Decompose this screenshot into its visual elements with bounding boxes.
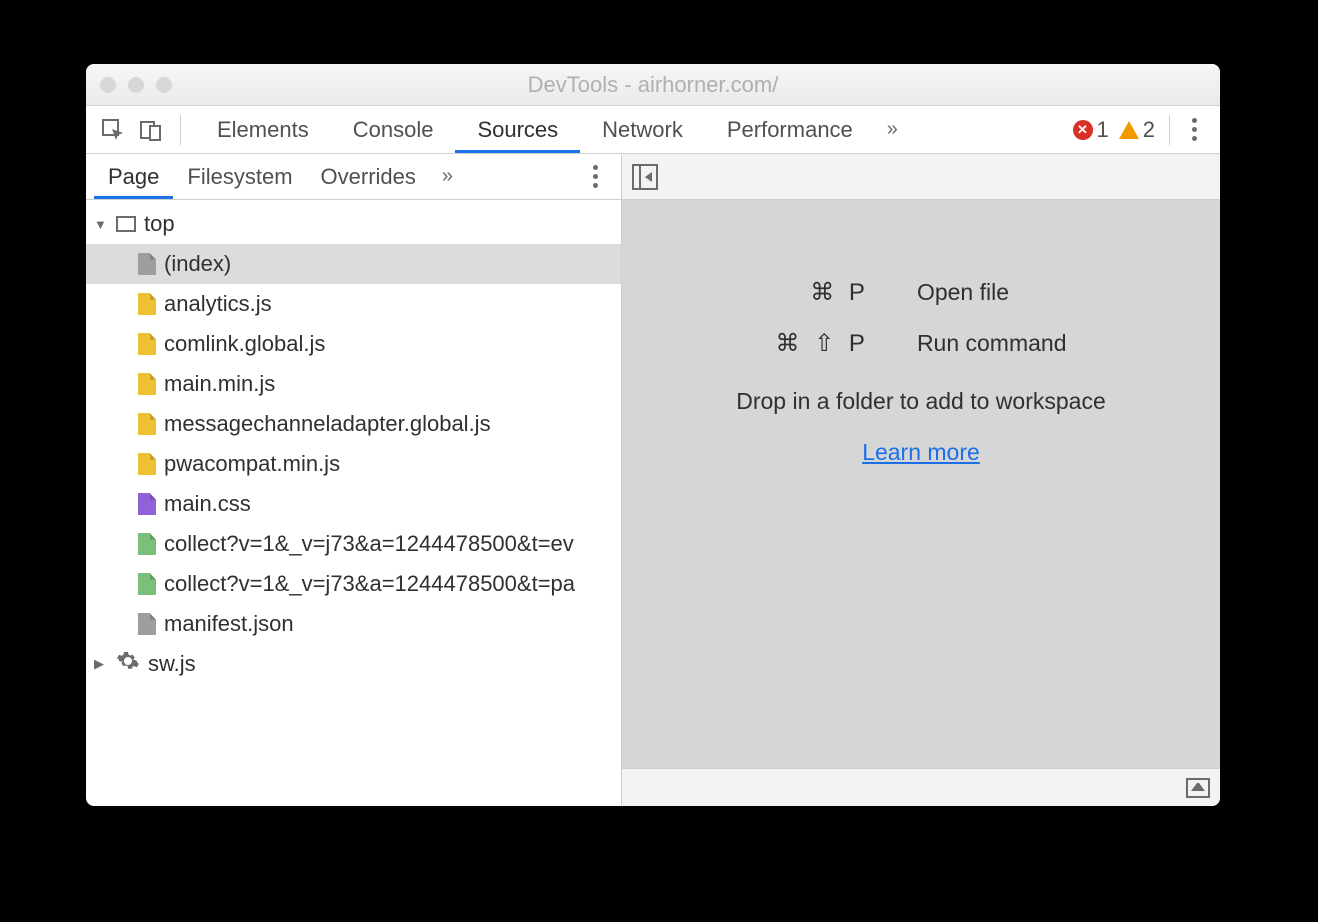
tree-file[interactable]: analytics.js bbox=[86, 284, 621, 324]
tree-item-label: collect?v=1&_v=j73&a=1244478500&t=pa bbox=[164, 571, 575, 597]
shortcut-label: Open file bbox=[917, 279, 1009, 306]
navigator-tabstrip: Page Filesystem Overrides » bbox=[86, 154, 621, 200]
stylesheet-file-icon bbox=[138, 493, 156, 515]
tab-performance[interactable]: Performance bbox=[705, 106, 875, 153]
minimize-window-button[interactable] bbox=[128, 77, 144, 93]
tree-file[interactable]: main.min.js bbox=[86, 364, 621, 404]
tree-frame-top[interactable]: ▼ top bbox=[86, 204, 621, 244]
xhr-file-icon bbox=[138, 533, 156, 555]
tree-item-label: top bbox=[144, 211, 175, 237]
script-file-icon bbox=[138, 413, 156, 435]
tree-item-label: pwacompat.min.js bbox=[164, 451, 340, 477]
editor-empty-state: ⌘ P Open file ⌘ ⇧ P Run command Drop in … bbox=[622, 200, 1220, 768]
editor-footer bbox=[622, 768, 1220, 806]
tab-console[interactable]: Console bbox=[331, 106, 456, 153]
subtab-label: Page bbox=[108, 164, 159, 190]
tree-file[interactable]: collect?v=1&_v=j73&a=1244478500&t=pa bbox=[86, 564, 621, 604]
tree-item-label: (index) bbox=[164, 251, 231, 277]
file-tree: ▼ top (index) analytics.js comlink.globa… bbox=[86, 200, 621, 806]
tree-file[interactable]: (index) bbox=[86, 244, 621, 284]
navigator-menu-icon[interactable] bbox=[579, 165, 611, 188]
error-count-badge[interactable]: ✕ 1 bbox=[1073, 117, 1109, 143]
shortcut-keys: ⌘ ⇧ P bbox=[775, 329, 868, 358]
script-file-icon bbox=[138, 333, 156, 355]
tree-item-label: comlink.global.js bbox=[164, 331, 325, 357]
more-tabs-icon[interactable]: » bbox=[875, 118, 910, 141]
subtab-page[interactable]: Page bbox=[94, 154, 173, 199]
document-file-icon bbox=[138, 613, 156, 635]
tree-file[interactable]: manifest.json bbox=[86, 604, 621, 644]
device-toolbar-icon[interactable] bbox=[134, 113, 168, 147]
tree-file[interactable]: main.css bbox=[86, 484, 621, 524]
script-file-icon bbox=[138, 293, 156, 315]
tree-file[interactable]: collect?v=1&_v=j73&a=1244478500&t=ev bbox=[86, 524, 621, 564]
warning-icon bbox=[1119, 121, 1139, 139]
shortcut-keys: ⌘ P bbox=[810, 278, 869, 307]
tab-label: Performance bbox=[727, 117, 853, 143]
tree-item-label: messagechanneladapter.global.js bbox=[164, 411, 491, 437]
tree-item-label: analytics.js bbox=[164, 291, 272, 317]
warning-count-badge[interactable]: 2 bbox=[1119, 117, 1155, 143]
subtab-label: Filesystem bbox=[187, 164, 292, 190]
tree-file[interactable]: messagechanneladapter.global.js bbox=[86, 404, 621, 444]
xhr-file-icon bbox=[138, 573, 156, 595]
document-file-icon bbox=[138, 253, 156, 275]
tree-item-label: manifest.json bbox=[164, 611, 294, 637]
inspect-element-icon[interactable] bbox=[96, 113, 130, 147]
traffic-lights bbox=[100, 77, 172, 93]
divider bbox=[1169, 115, 1170, 145]
error-icon: ✕ bbox=[1073, 120, 1093, 140]
disclosure-triangle-icon[interactable]: ▼ bbox=[94, 217, 108, 232]
titlebar: DevTools - airhorner.com/ bbox=[86, 64, 1220, 106]
editor-panel: ⌘ P Open file ⌘ ⇧ P Run command Drop in … bbox=[622, 154, 1220, 806]
close-window-button[interactable] bbox=[100, 77, 116, 93]
frame-icon bbox=[116, 216, 136, 232]
tree-file[interactable]: comlink.global.js bbox=[86, 324, 621, 364]
panel-body: Page Filesystem Overrides » ▼ top (index… bbox=[86, 154, 1220, 806]
show-drawer-icon[interactable] bbox=[1186, 778, 1210, 798]
navigator-panel: Page Filesystem Overrides » ▼ top (index… bbox=[86, 154, 622, 806]
tree-item-label: collect?v=1&_v=j73&a=1244478500&t=ev bbox=[164, 531, 574, 557]
tree-item-label: main.min.js bbox=[164, 371, 275, 397]
collapse-navigator-icon[interactable] bbox=[632, 164, 658, 190]
tree-file[interactable]: pwacompat.min.js bbox=[86, 444, 621, 484]
main-tabstrip: Elements Console Sources Network Perform… bbox=[86, 106, 1220, 154]
settings-menu-icon[interactable] bbox=[1178, 118, 1210, 141]
workspace-drop-hint: Drop in a folder to add to workspace bbox=[736, 388, 1105, 415]
tab-sources[interactable]: Sources bbox=[455, 106, 580, 153]
disclosure-triangle-icon[interactable]: ▶ bbox=[94, 656, 108, 672]
window-title: DevTools - airhorner.com/ bbox=[86, 72, 1220, 98]
tab-label: Sources bbox=[477, 117, 558, 143]
tree-item-label: main.css bbox=[164, 491, 251, 517]
script-file-icon bbox=[138, 453, 156, 475]
warning-count: 2 bbox=[1143, 117, 1155, 143]
subtab-filesystem[interactable]: Filesystem bbox=[173, 154, 306, 199]
tab-label: Network bbox=[602, 117, 683, 143]
tree-item-label: sw.js bbox=[148, 651, 196, 677]
devtools-window: DevTools - airhorner.com/ Elements Conso… bbox=[86, 64, 1220, 806]
zoom-window-button[interactable] bbox=[156, 77, 172, 93]
error-count: 1 bbox=[1097, 117, 1109, 143]
tab-label: Console bbox=[353, 117, 434, 143]
more-subtabs-icon[interactable]: » bbox=[430, 165, 465, 188]
subtab-label: Overrides bbox=[321, 164, 416, 190]
tab-network[interactable]: Network bbox=[580, 106, 705, 153]
tab-label: Elements bbox=[217, 117, 309, 143]
tree-worker[interactable]: ▶ sw.js bbox=[86, 644, 621, 684]
subtab-overrides[interactable]: Overrides bbox=[307, 154, 430, 199]
divider bbox=[180, 115, 181, 145]
console-status[interactable]: ✕ 1 2 bbox=[1073, 117, 1156, 143]
script-file-icon bbox=[138, 373, 156, 395]
editor-tabstrip bbox=[622, 154, 1220, 200]
tab-elements[interactable]: Elements bbox=[195, 106, 331, 153]
service-worker-icon bbox=[116, 649, 140, 679]
shortcut-label: Run command bbox=[917, 330, 1067, 357]
learn-more-link[interactable]: Learn more bbox=[862, 439, 980, 466]
